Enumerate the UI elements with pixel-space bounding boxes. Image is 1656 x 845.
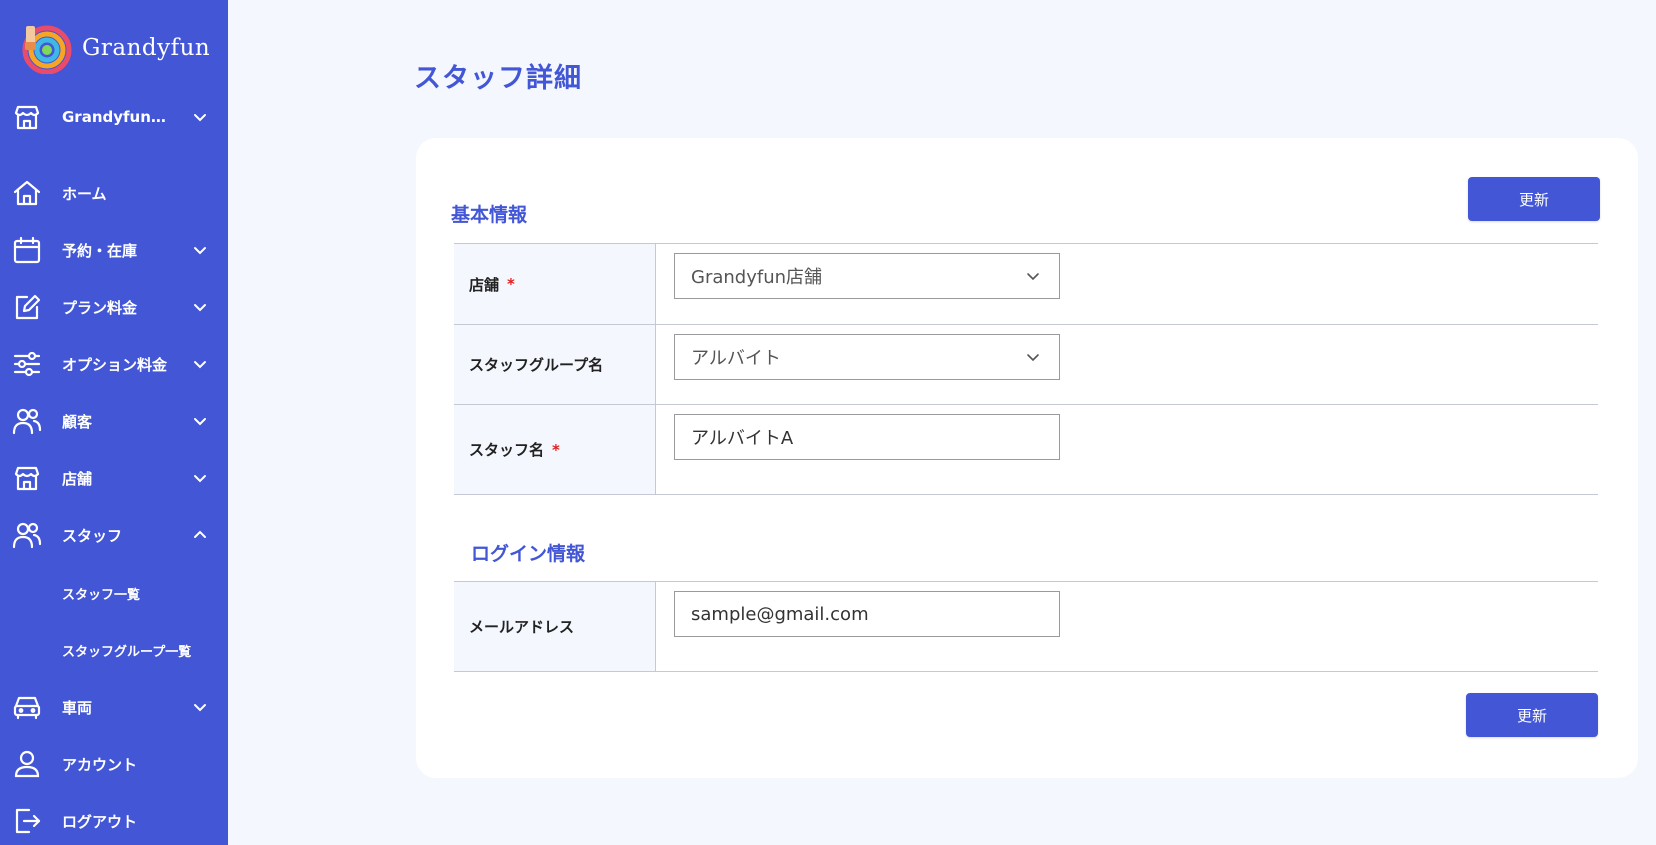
user-icon: [12, 749, 42, 779]
section-title-basic-info: 基本情報: [451, 204, 528, 226]
staff-name-label: スタッフ名: [469, 441, 545, 459]
staff-name-input[interactable]: アルバイトA: [674, 414, 1060, 460]
store-label: 店舗: [469, 275, 500, 294]
sidebar-item-option[interactable]: オプション料金: [0, 344, 228, 384]
sidebar-item-label: スタッフ: [62, 526, 123, 545]
sidebar-item-home[interactable]: ホーム: [0, 173, 228, 213]
chevron-down-icon: [1025, 268, 1041, 284]
sidebar-item-label: ホーム: [62, 184, 107, 203]
brand-name: Grandyfun: [82, 34, 211, 61]
store-select[interactable]: Grandyfun店舗: [674, 253, 1060, 299]
chevron-down-icon: [1025, 349, 1041, 365]
sidebar-item-label: アカウント: [62, 755, 138, 774]
email-label: メールアドレス: [469, 618, 575, 636]
store-icon: [12, 102, 42, 132]
brand-logo[interactable]: Grandyfun: [20, 20, 210, 75]
sidebar-item-label: 店舗: [62, 469, 93, 488]
section-title-login-info: ログイン情報: [471, 543, 586, 565]
staff-group-select-value: アルバイト: [691, 348, 781, 369]
store-select-value: Grandyfun店舗: [691, 267, 823, 288]
sidebar: Grandyfun Grandyfun… ホーム 予約・在庫 プラン料金 オプシ…: [0, 0, 228, 845]
home-icon: [12, 178, 42, 208]
form-label-cell: スタッフグループ名: [454, 325, 656, 404]
update-button-bottom[interactable]: 更新: [1466, 693, 1598, 737]
chevron-down-icon: [192, 242, 208, 258]
staff-name-value: アルバイトA: [691, 428, 794, 449]
required-mark: *: [552, 440, 560, 459]
logout-icon: [12, 806, 42, 836]
sidebar-item-staff[interactable]: スタッフ: [0, 515, 228, 555]
email-input[interactable]: sample@gmail.com: [674, 591, 1060, 637]
sidebar-item-label: 車両: [62, 698, 93, 717]
sidebar-item-logout[interactable]: ログアウト: [0, 801, 228, 841]
chevron-down-icon: [192, 356, 208, 372]
sliders-icon: [12, 349, 42, 379]
chevron-up-icon: [192, 527, 208, 543]
sidebar-item-label: 予約・在庫: [62, 241, 138, 260]
users-icon: [12, 406, 42, 436]
edit-icon: [12, 292, 42, 322]
sidebar-item-reservation[interactable]: 予約・在庫: [0, 230, 228, 270]
form-label-cell: メールアドレス: [454, 582, 656, 671]
sidebar-subitem-label: スタッフグループ一覧: [62, 644, 192, 660]
email-value: sample@gmail.com: [691, 603, 869, 625]
chevron-down-icon: [192, 470, 208, 486]
login-info-table: メールアドレス sample@gmail.com: [454, 581, 1598, 672]
store-icon: [12, 463, 42, 493]
basic-info-table: 店舗 * Grandyfun店舗 スタッフグループ名 アルバイト スタッフ名 *…: [454, 243, 1598, 495]
form-row-email: メールアドレス sample@gmail.com: [454, 582, 1598, 672]
calendar-icon: [12, 235, 42, 265]
sidebar-item-account[interactable]: アカウント: [0, 744, 228, 784]
required-mark: *: [507, 275, 515, 293]
form-row-staff-group: スタッフグループ名 アルバイト: [454, 325, 1598, 405]
sidebar-item-label: オプション料金: [62, 355, 168, 374]
staff-group-label: スタッフグループ名: [469, 356, 604, 374]
chevron-down-icon: [192, 413, 208, 429]
staff-group-select[interactable]: アルバイト: [674, 334, 1060, 380]
sidebar-item-plan[interactable]: プラン料金: [0, 287, 228, 327]
sidebar-subitem-label: スタッフ一覧: [62, 587, 141, 603]
sidebar-item-label: 顧客: [62, 412, 93, 431]
update-button-top[interactable]: 更新: [1468, 177, 1600, 221]
users-icon: [12, 520, 42, 550]
store-selector-label: Grandyfun…: [62, 108, 166, 126]
chevron-down-icon: [192, 109, 208, 125]
sidebar-item-vehicle[interactable]: 車両: [0, 687, 228, 727]
sidebar-item-customer[interactable]: 顧客: [0, 401, 228, 441]
form-row-store: 店舗 * Grandyfun店舗: [454, 244, 1598, 325]
sidebar-item-store[interactable]: 店舗: [0, 458, 228, 498]
sidebar-subitem-staff-list[interactable]: スタッフ一覧: [62, 578, 140, 608]
chevron-down-icon: [192, 299, 208, 315]
page-title: スタッフ詳細: [414, 63, 582, 94]
grandyfun-logo-icon: [22, 25, 72, 74]
form-row-staff-name: スタッフ名 * アルバイトA: [454, 405, 1598, 495]
form-label-cell: 店舗 *: [454, 244, 656, 324]
form-label-cell: スタッフ名 *: [454, 405, 656, 494]
car-icon: [12, 692, 42, 722]
sidebar-subitem-staff-group-list[interactable]: スタッフグループ一覧: [62, 635, 191, 665]
chevron-down-icon: [192, 699, 208, 715]
staff-detail-card: 基本情報 更新 店舗 * Grandyfun店舗 スタッフグループ名 アルバイト…: [416, 138, 1638, 778]
store-selector[interactable]: Grandyfun…: [0, 97, 228, 137]
sidebar-item-label: ログアウト: [62, 812, 138, 831]
sidebar-item-label: プラン料金: [62, 298, 138, 317]
